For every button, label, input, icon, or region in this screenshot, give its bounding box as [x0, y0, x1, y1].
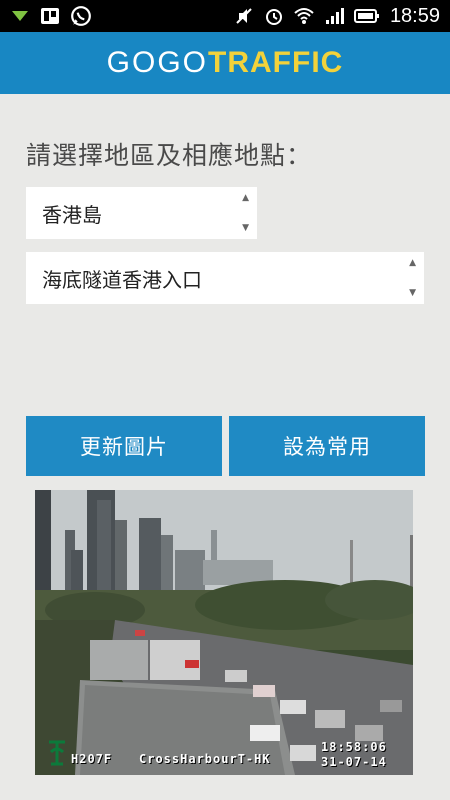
camera-time: 18:58:06	[321, 740, 387, 754]
download-arrow-icon	[12, 11, 28, 21]
trello-icon	[41, 8, 59, 24]
chevron-down-icon: ▼	[242, 223, 249, 233]
transport-dept-logo-icon	[49, 740, 65, 766]
mute-icon	[236, 8, 252, 24]
battery-icon	[353, 9, 379, 23]
app-header: GOGOTRAFFIC	[0, 32, 450, 94]
traffic-camera-image: H207F CrossHarbourT-HK 18:58:06 31-07-14	[35, 490, 413, 775]
status-right: 18:59	[234, 5, 440, 28]
status-left	[10, 5, 92, 27]
signal-icon	[325, 8, 344, 24]
wifi-icon	[294, 8, 314, 24]
location-select-arrows: ▲ ▼	[409, 252, 416, 304]
set-favorite-button[interactable]: 設為常用	[229, 416, 425, 476]
location-select[interactable]: 海底隧道香港入口 ▲ ▼	[26, 252, 424, 304]
region-value: 香港島	[42, 202, 102, 227]
chevron-down-icon: ▼	[409, 288, 416, 298]
logo-part2: TRAFFIC	[208, 46, 344, 79]
camera-scene	[35, 490, 413, 775]
camera-label: CrossHarbourT-HK	[139, 752, 271, 766]
alarm-icon	[265, 9, 282, 25]
location-value: 海底隧道香港入口	[42, 267, 202, 292]
refresh-image-button[interactable]: 更新圖片	[26, 416, 222, 476]
logo-part1: GOGO	[106, 46, 209, 79]
camera-date: 31-07-14	[321, 755, 387, 769]
chevron-up-icon: ▲	[409, 258, 416, 268]
chevron-up-icon: ▲	[242, 193, 249, 203]
status-bar: 18:59	[0, 0, 450, 32]
camera-code: H207F	[71, 752, 113, 766]
app-logo: GOGOTRAFFIC	[107, 46, 344, 80]
status-time: 18:59	[389, 4, 440, 27]
region-select-arrows: ▲ ▼	[242, 187, 249, 239]
select-prompt: 請選擇地區及相應地點：	[26, 141, 313, 170]
region-select[interactable]: 香港島 ▲ ▼	[26, 187, 257, 239]
whatsapp-icon	[71, 6, 91, 26]
